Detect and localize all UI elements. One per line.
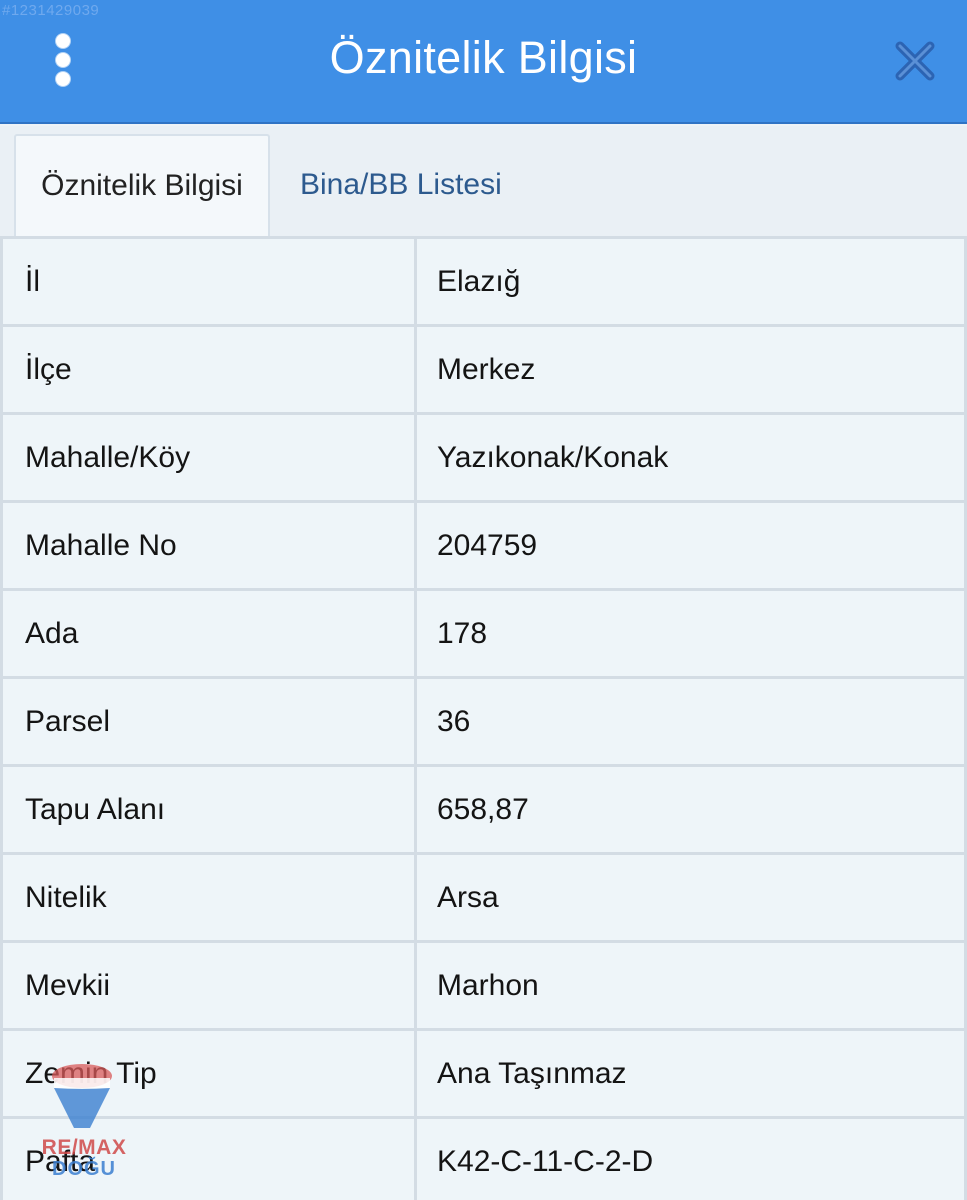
table-row: Nitelik Arsa — [0, 855, 967, 943]
table-row: Mahalle No 204759 — [0, 503, 967, 591]
row-value: K42-C-11-C-2-D — [417, 1119, 967, 1200]
page-title: Öznitelik Bilgisi — [329, 32, 638, 83]
row-value: Ana Taşınmaz — [417, 1031, 967, 1119]
tab-building-list[interactable]: Bina/BB Listesi — [290, 134, 530, 236]
row-value: 178 — [417, 591, 967, 679]
table-row: Mahalle/Köy Yazıkonak/Konak — [0, 415, 967, 503]
table-row: Zemin Tip Ana Taşınmaz — [0, 1031, 967, 1119]
row-label: Parsel — [0, 679, 417, 767]
attribute-info-panel: #1231429039 Öznitelik Bilgisi Öznitelik … — [0, 0, 967, 1200]
row-label: Mahalle/Köy — [0, 415, 417, 503]
row-value: Marhon — [417, 943, 967, 1031]
table-row: İl Elazığ — [0, 239, 967, 327]
table-row: Ada 178 — [0, 591, 967, 679]
row-value: Merkez — [417, 327, 967, 415]
row-value: Arsa — [417, 855, 967, 943]
row-label: Ada — [0, 591, 417, 679]
row-label: Mevkii — [0, 943, 417, 1031]
row-value: 36 — [417, 679, 967, 767]
table-row: İlçe Merkez — [0, 327, 967, 415]
row-value: 204759 — [417, 503, 967, 591]
table-row: Tapu Alanı 658,87 — [0, 767, 967, 855]
close-icon[interactable] — [888, 34, 942, 88]
row-value: 658,87 — [417, 767, 967, 855]
tab-attribute-info[interactable]: Öznitelik Bilgisi — [14, 134, 270, 236]
header-bar: #1231429039 Öznitelik Bilgisi — [0, 0, 967, 124]
listing-id: #1231429039 — [2, 2, 100, 19]
row-label: Mahalle No — [0, 503, 417, 591]
tab-bar: Öznitelik Bilgisi Bina/BB Listesi — [0, 126, 967, 236]
remax-logo-subtext: DOĞU — [52, 1158, 116, 1180]
row-value: Yazıkonak/Konak — [417, 415, 967, 503]
attribute-table: İl Elazığ İlçe Merkez Mahalle/Köy Yazıkonak/K… — [0, 236, 967, 1200]
table-row: Parsel 36 — [0, 679, 967, 767]
row-label: İlçe — [0, 327, 417, 415]
row-label: İl — [0, 239, 417, 327]
table-row: Mevkii Marhon — [0, 943, 967, 1031]
row-value: Elazığ — [417, 239, 967, 327]
table-row: Pafta K42-C-11-C-2-D — [0, 1119, 967, 1200]
row-label: Tapu Alanı — [0, 767, 417, 855]
row-label: Nitelik — [0, 855, 417, 943]
row-label: Zemin Tip — [0, 1031, 417, 1119]
remax-logo-text: RE/MAX — [41, 1136, 127, 1159]
